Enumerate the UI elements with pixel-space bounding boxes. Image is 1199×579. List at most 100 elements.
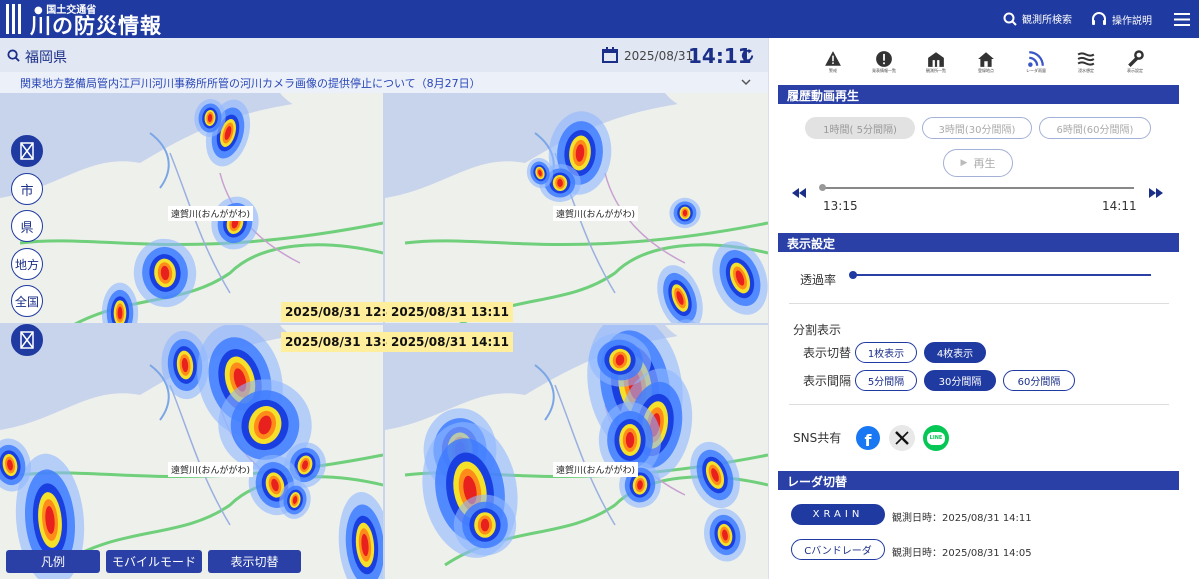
river-label[interactable]: 遠賀川(おんががわ)	[168, 206, 254, 221]
timeline-slider[interactable]	[820, 187, 1134, 189]
layers-icon	[20, 331, 34, 349]
function-label: レーダ雨量	[1026, 68, 1046, 73]
display-mode-label: 表示切替	[803, 346, 852, 360]
station-search-button[interactable]: 観測所検索	[1003, 11, 1072, 26]
radar-map-panel-1[interactable]: 遠賀川(おんががわ)	[0, 93, 383, 323]
warning-icon	[825, 51, 841, 66]
site-title[interactable]: 川の防災情報	[30, 10, 162, 40]
layer-toggle-bottom-button[interactable]	[11, 324, 43, 356]
c-band-radar-button[interactable]: Cバンドレーダ	[791, 539, 885, 560]
station-list-function-button[interactable]: 観測所一覧	[919, 50, 953, 76]
function-label: 発表情報一覧	[872, 68, 896, 73]
mobile-mode-button[interactable]: モバイルモード	[106, 550, 202, 573]
display-toggle-button[interactable]: 表示切替	[208, 550, 301, 573]
interval-30min-button[interactable]: 30分間隔	[924, 370, 996, 391]
quad-view-button[interactable]: 4枚表示	[924, 342, 986, 363]
rain-cell	[669, 197, 701, 229]
side-panel: 警戒 発表情報一覧 観測所一覧 登録地点 レーダ雨量 浸水想定 表示設定 履歴動画再生 1時…	[768, 38, 1199, 579]
logo-bars	[6, 4, 24, 34]
river-label[interactable]: 遠賀川(おんががわ)	[553, 462, 639, 477]
range-3h-button[interactable]: 3時間(30分間隔)	[922, 117, 1032, 139]
search-icon[interactable]	[7, 49, 20, 62]
fast-forward-icon[interactable]	[1149, 188, 1163, 198]
interval-5min-button[interactable]: 5分間隔	[855, 370, 917, 391]
xrain-observed-time: 観測日時：2025/08/31 14:11	[892, 513, 1032, 524]
station-list-icon	[928, 52, 944, 67]
interval-label: 表示間隔	[803, 374, 852, 388]
interval-60min-button[interactable]: 60分間隔	[1003, 370, 1075, 391]
divider	[789, 303, 1169, 304]
x-logo-icon	[895, 431, 909, 445]
opacity-slider[interactable]	[853, 274, 1151, 276]
xrain-button[interactable]: XRAIN	[791, 504, 885, 525]
app-root: ● 国土交通省 川の防災情報 観測所検索 操作説明 福岡県 2025/08/31…	[0, 0, 1199, 579]
panel-time-2: 2025/08/31 13:11	[387, 302, 513, 322]
settings-function-button[interactable]: 表示設定	[1118, 50, 1152, 76]
radar-switch-header: レーダ切替	[778, 471, 1179, 490]
legend-button[interactable]: 凡例	[6, 550, 100, 573]
help-button[interactable]: 操作説明	[1091, 11, 1152, 27]
rewind-icon[interactable]	[792, 188, 806, 198]
panel-time-4: 2025/08/31 14:11	[387, 332, 513, 352]
range-1h-button[interactable]: 1時間( 5分間隔)	[805, 117, 915, 139]
river-label[interactable]: 遠賀川(おんががわ)	[553, 206, 639, 221]
timeline-handle[interactable]	[819, 184, 826, 191]
play-icon: ▶	[960, 158, 968, 168]
split-display-label: 分割表示	[793, 323, 842, 337]
radar-map-svg	[385, 325, 768, 579]
divider	[789, 404, 1169, 405]
opacity-handle[interactable]	[849, 271, 857, 279]
zoom-nation-button[interactable]: 全国	[11, 285, 43, 317]
river-label[interactable]: 遠賀川(おんががわ)	[168, 462, 254, 477]
current-date: 2025/08/31	[624, 49, 694, 63]
radar-map-panel-3[interactable]: 遠賀川(おんががわ)	[0, 325, 383, 579]
layer-toggle-top-button[interactable]	[11, 135, 43, 167]
notice-link[interactable]: 関東地方整備局管内江戸川河川事務所所管の河川カメラ画像の提供停止について（8月2…	[20, 75, 481, 91]
zoom-city-button[interactable]: 市	[11, 173, 43, 205]
menu-icon[interactable]	[1174, 13, 1190, 26]
refresh-icon[interactable]	[740, 48, 755, 63]
settings-icon	[1128, 50, 1144, 67]
rain-cell	[453, 494, 517, 556]
layers-icon	[20, 142, 34, 160]
headset-icon	[1092, 12, 1106, 25]
map-area: 福岡県 2025/08/31 14:11 関東地方整備局管内江戸川河川事務所所管…	[0, 38, 768, 579]
single-view-button[interactable]: 1枚表示	[855, 342, 917, 363]
sns-share-label: SNS共有	[793, 431, 842, 445]
radar-map-panel-4[interactable]: 遠賀川(おんががわ)	[385, 325, 768, 579]
function-label: 浸水想定	[1078, 68, 1094, 73]
prefecture-name[interactable]: 福岡県	[25, 47, 67, 67]
home-icon	[978, 52, 994, 67]
function-label: 観測所一覧	[926, 68, 946, 73]
chevron-down-icon[interactable]	[741, 79, 751, 86]
zoom-region-button[interactable]: 地方	[11, 248, 43, 280]
function-label: 表示設定	[1127, 68, 1143, 73]
alert-function-button[interactable]: 発表情報一覧	[867, 50, 901, 76]
c-band-observed-time: 観測日時：2025/08/31 14:05	[892, 548, 1032, 559]
notice-bar[interactable]: 関東地方整備局管内江戸川河川事務所所管の河川カメラ画像の提供停止について（8月2…	[0, 72, 768, 93]
calendar-icon[interactable]	[602, 47, 618, 63]
line-bubble: LINE	[927, 431, 945, 445]
flood-function-button[interactable]: 浸水想定	[1069, 50, 1103, 76]
play-button[interactable]: ▶ 再生	[943, 149, 1013, 177]
facebook-icon[interactable]: f	[856, 426, 880, 450]
function-label: 登録地点	[978, 68, 994, 73]
home-function-button[interactable]: 登録地点	[969, 50, 1003, 76]
opacity-label: 透過率	[800, 273, 837, 287]
timeline-start-time: 13:15	[823, 199, 858, 213]
search-bar: 福岡県 2025/08/31 14:11	[0, 38, 768, 72]
flood-icon	[1077, 52, 1095, 66]
radar-map-panel-2[interactable]: 遠賀川(おんががわ)	[385, 93, 768, 323]
search-icon	[1003, 12, 1017, 26]
zoom-prefecture-button[interactable]: 県	[11, 210, 43, 242]
timeline-end-time: 14:11	[1102, 199, 1137, 213]
x-twitter-icon[interactable]	[889, 425, 915, 451]
range-6h-button[interactable]: 6時間(60分間隔)	[1039, 117, 1151, 139]
function-label: 警戒	[829, 68, 837, 73]
radar-function-button[interactable]: レーダ雨量	[1019, 50, 1053, 76]
history-section-header: 履歴動画再生	[778, 85, 1179, 104]
radar-icon	[1028, 51, 1044, 67]
warning-function-button[interactable]: 警戒	[816, 50, 850, 76]
line-icon[interactable]: LINE	[923, 425, 949, 451]
display-settings-header: 表示設定	[778, 233, 1179, 252]
